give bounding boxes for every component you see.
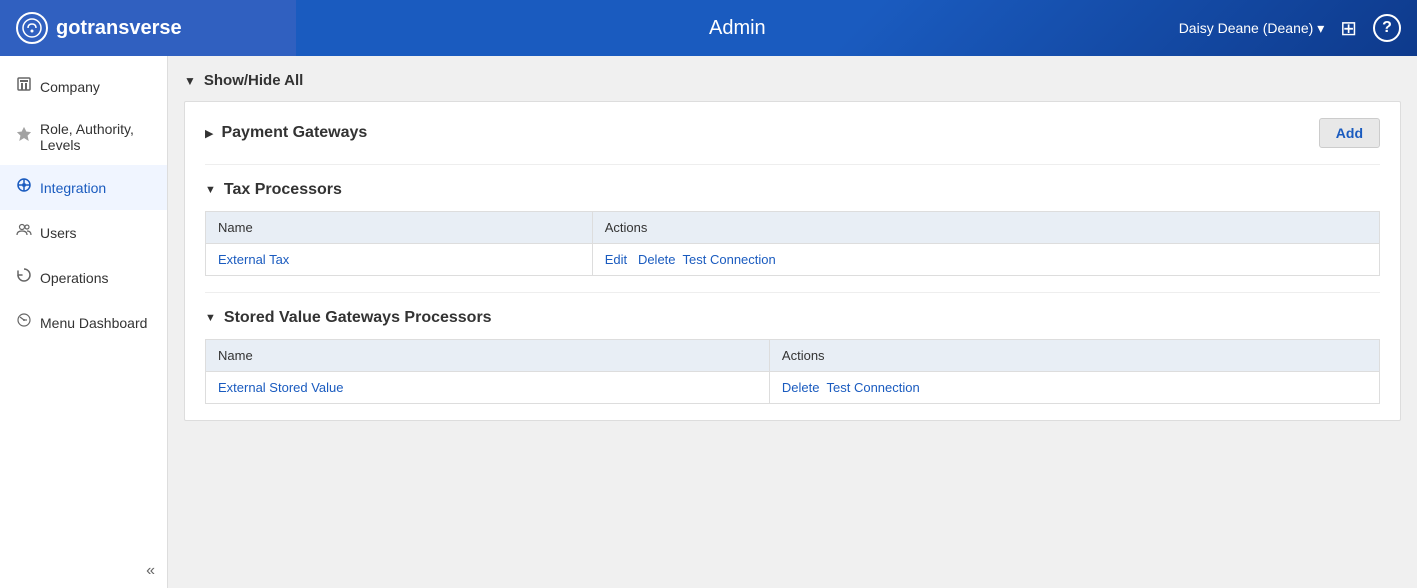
company-icon (16, 76, 32, 97)
sidebar-collapse-button[interactable]: « (146, 562, 155, 580)
sidebar-item-label: Role, Authority, Levels (40, 121, 151, 153)
tax-processors-header: ▼ Tax Processors (205, 181, 1380, 199)
tax-processors-table: Name Actions External Tax Edit Delete Te… (205, 211, 1380, 276)
payment-gateways-title: Payment Gateways (221, 124, 367, 142)
sidebar-item-role[interactable]: Role, Authority, Levels (0, 109, 167, 165)
show-hide-arrow: ▼ (184, 74, 196, 88)
sidebar-item-label: Menu Dashboard (40, 315, 147, 331)
user-menu[interactable]: Daisy Deane (Deane) ▾ (1179, 20, 1325, 37)
divider-2 (205, 292, 1380, 293)
tax-processors-title-area[interactable]: ▼ Tax Processors (205, 181, 342, 199)
tax-processors-title: Tax Processors (224, 181, 342, 199)
external-stored-value-actions: Delete Test Connection (769, 372, 1379, 404)
sections-card: ▶ Payment Gateways Add ▼ Tax Processors … (184, 101, 1401, 421)
sidebar: Company Role, Authority, Levels Integrat… (0, 56, 168, 588)
sidebar-item-label: Integration (40, 180, 106, 196)
tax-processors-header-row: Name Actions (206, 212, 1380, 244)
sidebar-item-menu-dashboard[interactable]: Menu Dashboard (0, 300, 167, 345)
table-row: External Tax Edit Delete Test Connection (206, 244, 1380, 276)
sidebar-item-label: Company (40, 79, 100, 95)
external-tax-actions: Edit Delete Test Connection (592, 244, 1379, 276)
help-icon[interactable]: ? (1373, 14, 1401, 42)
divider-1 (205, 164, 1380, 165)
layout: Company Role, Authority, Levels Integrat… (0, 56, 1417, 588)
sidebar-item-integration[interactable]: Integration (0, 165, 167, 210)
stored-value-header: ▼ Stored Value Gateways Processors (205, 309, 1380, 327)
header-title: Admin (296, 17, 1179, 40)
operations-icon (16, 267, 32, 288)
sidebar-item-operations[interactable]: Operations (0, 255, 167, 300)
sidebar-item-label: Operations (40, 270, 108, 286)
stored-value-title-area[interactable]: ▼ Stored Value Gateways Processors (205, 309, 492, 327)
logo-area: gotransverse (0, 0, 296, 56)
external-tax-test-connection[interactable]: Test Connection (683, 252, 776, 267)
tax-processors-col-actions: Actions (592, 212, 1379, 244)
table-row: External Stored Value Delete Test Connec… (206, 372, 1380, 404)
header: gotransverse Admin Daisy Deane (Deane) ▾… (0, 0, 1417, 56)
stored-value-col-name: Name (206, 340, 770, 372)
payment-gateways-header: ▶ Payment Gateways Add (205, 118, 1380, 148)
external-stored-value-link[interactable]: External Stored Value (218, 380, 344, 395)
external-stored-value-delete[interactable]: Delete (782, 380, 820, 395)
sidebar-item-label: Users (40, 225, 77, 241)
sidebar-item-users[interactable]: Users (0, 210, 167, 255)
sidebar-item-company[interactable]: Company (0, 64, 167, 109)
stored-value-col-actions: Actions (769, 340, 1379, 372)
show-hide-all[interactable]: ▼ Show/Hide All (184, 72, 1401, 89)
external-tax-name: External Tax (206, 244, 593, 276)
integration-icon (16, 177, 32, 198)
main-content: ▼ Show/Hide All ▶ Payment Gateways Add ▼… (168, 56, 1417, 588)
stored-value-header-row: Name Actions (206, 340, 1380, 372)
show-hide-label: Show/Hide All (204, 72, 303, 89)
header-right: Daisy Deane (Deane) ▾ ⊞ ? (1179, 14, 1401, 42)
role-icon (16, 127, 32, 148)
external-stored-value-name: External Stored Value (206, 372, 770, 404)
external-tax-edit[interactable]: Edit (605, 252, 627, 267)
stored-value-table: Name Actions External Stored Value Delet… (205, 339, 1380, 404)
stored-value-title: Stored Value Gateways Processors (224, 309, 492, 327)
tax-processors-toggle[interactable]: ▼ (205, 184, 216, 196)
external-stored-value-test-connection[interactable]: Test Connection (827, 380, 920, 395)
menu-dashboard-icon (16, 312, 32, 333)
payment-gateways-title-area[interactable]: ▶ Payment Gateways (205, 124, 367, 142)
add-payment-gateway-button[interactable]: Add (1319, 118, 1380, 148)
logo-icon (16, 12, 48, 44)
users-icon (16, 222, 32, 243)
grid-icon[interactable]: ⊞ (1340, 16, 1357, 41)
tax-processors-col-name: Name (206, 212, 593, 244)
stored-value-toggle[interactable]: ▼ (205, 312, 216, 324)
external-tax-delete[interactable]: Delete (638, 252, 676, 267)
logo-text: gotransverse (56, 17, 256, 40)
external-tax-link[interactable]: External Tax (218, 252, 289, 267)
payment-gateways-toggle[interactable]: ▶ (205, 127, 213, 140)
